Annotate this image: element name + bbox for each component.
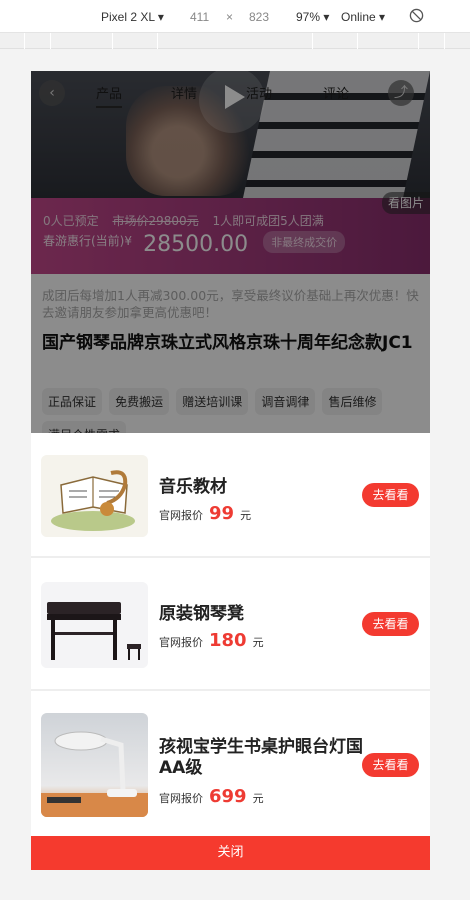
price-value: 180: [209, 630, 247, 651]
desk-lamp-thumbnail: [41, 713, 148, 817]
list-item: 原装钢琴凳 官网报价 180 元 去看看: [31, 558, 430, 691]
price-unit: 元: [252, 792, 264, 805]
network-select[interactable]: Online ▾: [341, 10, 385, 24]
price-label: 官网报价: [159, 792, 203, 805]
price-label: 官网报价: [159, 636, 203, 649]
music-book-thumbnail: [41, 455, 148, 537]
item-price: 官网报价 180 元: [159, 630, 264, 651]
price-label: 官网报价: [159, 509, 203, 522]
width-input[interactable]: 411: [190, 10, 209, 24]
device-select[interactable]: Pixel 2 XL ▾: [101, 10, 164, 24]
view-button[interactable]: 去看看: [362, 483, 419, 507]
media-query-ruler: [0, 33, 470, 49]
view-button[interactable]: 去看看: [362, 612, 419, 636]
price-value: 99: [209, 503, 235, 524]
piano-bench-thumbnail: [41, 582, 148, 668]
list-item: 音乐教材 官网报价 99 元 去看看: [31, 433, 430, 558]
price-value: 699: [209, 786, 247, 807]
device-viewport: ‹ ⤴ 产品 详情 活动 评论 看图片 0人已预定 市场价29800元 1人即可…: [31, 71, 430, 870]
zoom-select[interactable]: 97% ▾: [296, 10, 329, 24]
close-button[interactable]: 关闭: [31, 836, 430, 870]
rotate-icon[interactable]: [409, 8, 424, 26]
item-name: 音乐教材: [159, 477, 227, 497]
price-unit: 元: [252, 636, 264, 649]
item-price: 官网报价 99 元: [159, 503, 251, 524]
devtools-toolbar: Pixel 2 XL ▾ 411 × 823 97% ▾ Online ▾: [0, 0, 470, 33]
height-input[interactable]: 823: [249, 10, 269, 24]
dimension-separator: ×: [226, 10, 234, 24]
network-label: Online: [341, 10, 376, 24]
gift-popup: 音乐教材 官网报价 99 元 去看看 原装钢琴凳 官网报价 180 元 去看看 …: [31, 433, 430, 836]
item-name: 孩视宝学生书桌护眼台灯国AA级: [159, 737, 363, 778]
list-item: 孩视宝学生书桌护眼台灯国AA级 官网报价 699 元 去看看: [31, 691, 430, 836]
item-name: 原装钢琴凳: [159, 604, 244, 624]
modal-overlay[interactable]: [31, 71, 430, 433]
item-price: 官网报价 699 元: [159, 786, 264, 807]
price-unit: 元: [240, 509, 252, 522]
zoom-label: 97%: [296, 10, 321, 24]
view-button[interactable]: 去看看: [362, 753, 419, 777]
device-label: Pixel 2 XL: [101, 10, 155, 24]
